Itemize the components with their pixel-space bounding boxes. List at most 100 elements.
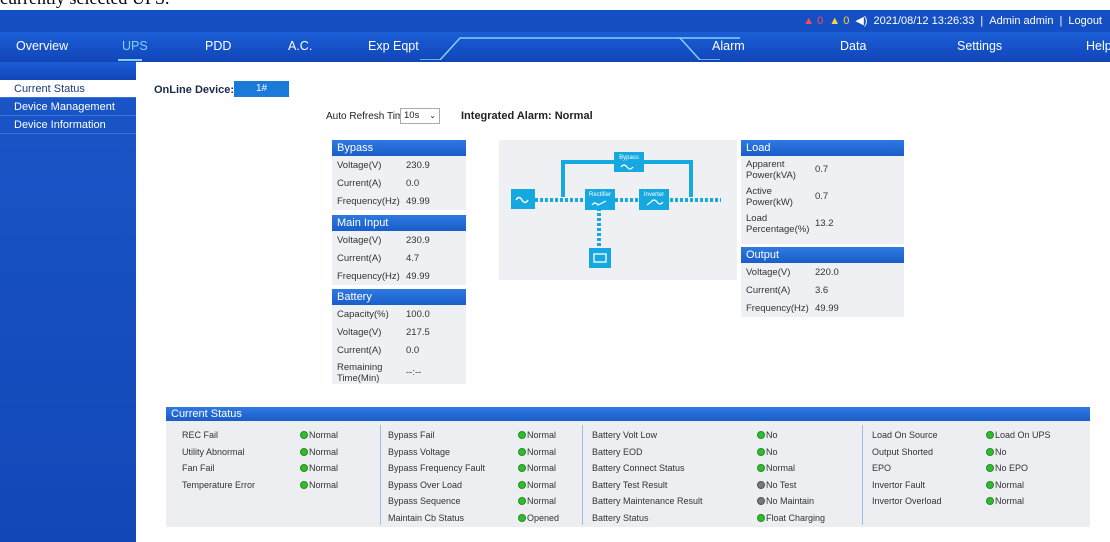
status-value: Normal: [518, 496, 556, 506]
output-current-label: Current(A): [746, 284, 791, 296]
nav-settings[interactable]: Settings: [957, 39, 1002, 53]
battery-block[interactable]: [589, 248, 611, 268]
output-voltage-value: 220.0: [815, 266, 839, 278]
top-status-bar: ▲ 0 ▲ 0 ◀) 2021/08/12 13:26:33 | Admin ad…: [0, 10, 1110, 32]
status-label: REC Fail: [182, 430, 219, 441]
output-current-value: 3.6: [815, 284, 829, 296]
status-label: Temperature Error: [182, 479, 256, 490]
status-row: Bypass Over Load Normal: [388, 477, 578, 494]
sidebar-item-device-management[interactable]: Device Management: [0, 98, 136, 116]
nav-pdd[interactable]: PDD: [205, 39, 231, 53]
main-input-frequency-label: Frequency(Hz): [337, 270, 400, 282]
status-column-1: REC Fail Normal Utility Abnormal Normal Fan …: [182, 427, 372, 493]
status-value-text: Normal: [309, 479, 339, 490]
status-value-text: No Test: [766, 479, 797, 490]
status-row: Load On Source Load On UPS: [872, 427, 1082, 444]
nav-help[interactable]: Help: [1086, 39, 1110, 53]
ups-flow-svg: Bypass Rectifier Inverter: [511, 152, 721, 268]
status-value-text: No Maintain: [766, 496, 815, 507]
status-value: Float Charging: [757, 513, 825, 523]
battery-remaining-value: --:--: [406, 367, 422, 378]
main-input-title: Main Input: [332, 215, 466, 231]
battery-title: Battery: [332, 289, 466, 305]
battery-remaining-label: Remaining Time(Min): [337, 361, 383, 384]
nav-ac[interactable]: A.C.: [288, 39, 312, 53]
status-indicator-icon: [757, 431, 765, 440]
main-input-frequency-value: 49.99: [406, 270, 430, 282]
online-device-label: OnLine Device:: [154, 84, 235, 96]
status-label: Bypass Over Load: [388, 479, 463, 490]
integrated-alarm: Integrated Alarm: Normal: [461, 110, 593, 122]
battery-current-value: 0.0: [406, 344, 420, 356]
status-value: Normal: [518, 447, 556, 457]
refresh-select[interactable]: 10s ⌄: [400, 108, 440, 124]
sidebar-item-device-information[interactable]: Device Information: [0, 116, 136, 134]
nav-data[interactable]: Data: [840, 39, 866, 53]
current-status-title: Current Status: [166, 407, 1090, 421]
status-label: Bypass Fail: [388, 430, 435, 441]
battery-panel: Battery Capacity(%) 100.0 Voltage(V) 217.5…: [332, 289, 466, 384]
nav-alarm[interactable]: Alarm: [712, 39, 745, 53]
status-label: Invertor Overload: [872, 496, 942, 507]
status-value: No: [986, 447, 1007, 457]
status-indicator-icon: [300, 447, 308, 456]
status-indicator-icon: [300, 464, 308, 473]
status-value: Normal: [300, 463, 338, 473]
status-value: Normal: [986, 496, 1024, 506]
critical-alarm-count: 0: [817, 14, 824, 27]
datetime: 2021/08/12 13:26:33: [873, 14, 975, 27]
status-label: Battery Maintenance Result: [592, 496, 703, 507]
status-row: Temperature Error Normal: [182, 477, 372, 494]
divider: [862, 425, 863, 525]
caption-text: currently selected UPS.: [0, 0, 300, 10]
nav-active-indicator: [118, 59, 142, 61]
status-value-text: Opened: [527, 512, 560, 523]
status-value: Normal: [986, 480, 1024, 490]
status-indicator-icon: [986, 431, 994, 440]
status-indicator-icon: [518, 480, 526, 489]
status-value: Normal: [518, 480, 556, 490]
battery-voltage-value: 217.5: [406, 326, 430, 338]
status-label: Battery Connect Status: [592, 463, 685, 474]
status-row: Maintain Cb Status Opened: [388, 510, 578, 527]
status-indicator-icon: [986, 447, 994, 456]
nav-overview[interactable]: Overview: [16, 39, 68, 53]
status-row: EPO No EPO: [872, 460, 1082, 477]
status-row: Bypass Fail Normal: [388, 427, 578, 444]
bypass-current-value: 0.0: [406, 177, 420, 189]
status-value-text: Normal: [527, 479, 557, 490]
status-value: Normal: [518, 463, 556, 473]
main-input-panel: Main Input Voltage(V) 230.9 Current(A) 4.7…: [332, 215, 466, 285]
warning-alarm-icon[interactable]: ▲ 0: [829, 15, 849, 27]
logout-link[interactable]: Logout: [1068, 15, 1102, 27]
active-power-value: 0.7: [815, 191, 829, 202]
status-value: Normal: [757, 463, 795, 473]
status-row: Bypass Frequency Fault Normal: [388, 460, 578, 477]
active-power-label: Active Power(kW): [746, 185, 793, 208]
sidebar-header: [0, 62, 136, 80]
status-indicator-icon: [986, 464, 994, 473]
status-row: Battery Status Float Charging: [592, 510, 857, 527]
main-input-voltage-label: Voltage(V): [337, 234, 382, 246]
nav-exp-eqpt[interactable]: Exp Eqpt: [368, 39, 419, 53]
load-percentage-label: Load Percentage(%): [746, 212, 810, 235]
status-value-text: No: [995, 446, 1007, 457]
nav-ups[interactable]: UPS: [122, 39, 148, 53]
output-frequency-value: 49.99: [815, 302, 839, 314]
online-device-badge[interactable]: 1#: [234, 81, 289, 97]
critical-alarm-icon[interactable]: ▲ 0: [803, 15, 823, 27]
output-voltage-label: Voltage(V): [746, 266, 791, 278]
status-indicator-icon: [757, 464, 765, 473]
status-indicator-icon: [518, 497, 526, 506]
load-panel: Load Apparent Power(kVA) 0.7 Active Power…: [741, 140, 904, 244]
status-value-text: Normal: [995, 496, 1025, 507]
sidebar-item-current-status[interactable]: Current Status: [0, 80, 136, 98]
status-value: Normal: [300, 480, 338, 490]
user-name: Admin admin: [989, 14, 1054, 27]
divider: [582, 425, 583, 525]
bypass-current-label: Current(A): [337, 177, 382, 189]
battery-voltage-label: Voltage(V): [337, 326, 382, 338]
speaker-icon[interactable]: ◀): [855, 14, 867, 27]
status-value: No: [757, 430, 778, 440]
status-label: Battery Volt Low: [592, 430, 658, 441]
